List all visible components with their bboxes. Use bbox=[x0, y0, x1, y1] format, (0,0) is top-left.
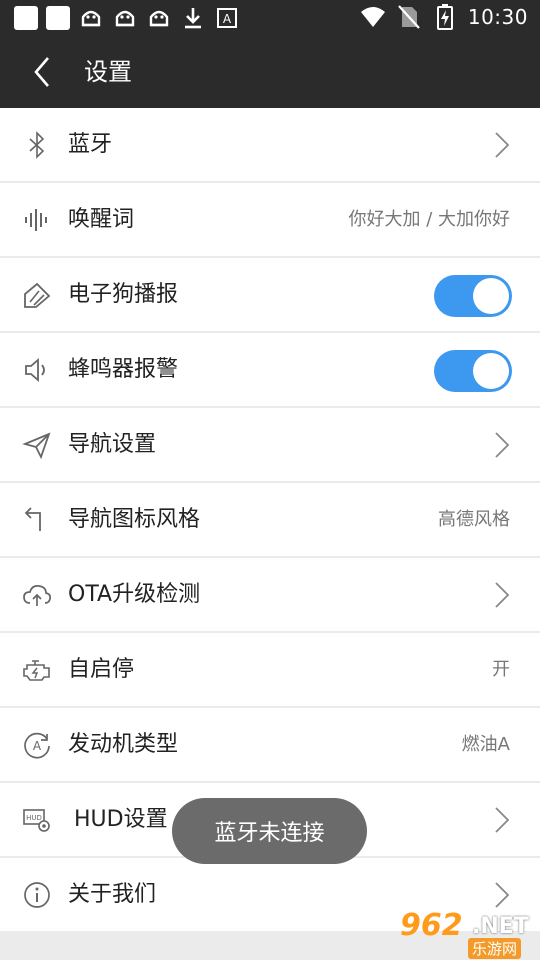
chevron-right-icon bbox=[495, 132, 510, 158]
svg-text:A: A bbox=[223, 12, 232, 26]
wifi-icon bbox=[360, 4, 386, 30]
status-left-icons: A bbox=[14, 5, 240, 31]
chevron-right-icon bbox=[495, 807, 510, 833]
setting-row-engine-type[interactable]: A 发动机类型 燃油A bbox=[0, 708, 540, 781]
setting-value: 高德风格 bbox=[438, 509, 510, 530]
setting-label: 唤醒词 bbox=[68, 207, 135, 232]
chevron-right-icon bbox=[495, 882, 510, 908]
toggle-knob bbox=[473, 278, 509, 314]
status-bar: A 10:30 bbox=[0, 0, 540, 36]
no-sim-icon bbox=[396, 4, 422, 30]
setting-row-wake-word[interactable]: 唤醒词 你好大加 / 大加你好 bbox=[0, 183, 540, 256]
hud-gear-icon: HUD bbox=[22, 805, 52, 835]
setting-row-buzzer: 蜂鸣器报警 bbox=[0, 333, 540, 406]
auto-a-icon: A bbox=[22, 730, 52, 760]
download-arrow-icon bbox=[180, 5, 206, 31]
setting-label: 导航图标风格 bbox=[68, 507, 201, 532]
setting-row-bluetooth[interactable]: 蓝牙 bbox=[0, 108, 540, 181]
keyboard-a-icon: A bbox=[214, 5, 240, 31]
chevron-right-icon bbox=[495, 582, 510, 608]
status-time: 10:30 bbox=[467, 5, 528, 29]
toggle-knob bbox=[473, 353, 509, 389]
setting-row-nav-icon-style[interactable]: 导航图标风格 高德风格 bbox=[0, 483, 540, 556]
setting-label: 蜂鸣器报警 bbox=[68, 357, 179, 382]
app-bar: 设置 bbox=[0, 36, 540, 108]
setting-value: 开 bbox=[492, 659, 510, 680]
app-square-icon bbox=[14, 6, 38, 30]
speed-camera-toggle[interactable] bbox=[434, 275, 512, 317]
watermark-net: .NET bbox=[472, 914, 529, 939]
app-square-icon bbox=[46, 6, 70, 30]
watermark-brand: 962 bbox=[400, 908, 463, 943]
speaker-icon bbox=[22, 355, 52, 385]
info-icon bbox=[22, 880, 52, 910]
setting-row-ota[interactable]: OTA升级检测 bbox=[0, 558, 540, 631]
status-right-icons: 10:30 bbox=[360, 4, 528, 30]
watermark-sub: 乐游网 bbox=[468, 938, 522, 959]
setting-label: 发动机类型 bbox=[68, 732, 179, 757]
svg-text:A: A bbox=[33, 739, 42, 753]
setting-row-nav-settings[interactable]: 导航设置 bbox=[0, 408, 540, 481]
paper-plane-icon bbox=[22, 430, 52, 460]
back-button[interactable] bbox=[26, 54, 62, 90]
android-bug-icon bbox=[78, 5, 104, 31]
buzzer-toggle[interactable] bbox=[434, 350, 512, 392]
watermark-logo: 962 .NET 乐游网 bbox=[400, 908, 534, 959]
bluetooth-icon bbox=[22, 130, 52, 160]
setting-label: HUD设置 bbox=[74, 807, 168, 832]
svg-text:HUD: HUD bbox=[26, 814, 42, 822]
setting-label: 自启停 bbox=[68, 657, 135, 682]
chevron-left-icon bbox=[34, 57, 49, 87]
android-bug-icon bbox=[146, 5, 172, 31]
toast-message: 蓝牙未连接 bbox=[172, 798, 367, 864]
turn-arrow-icon bbox=[22, 505, 52, 535]
setting-label: OTA升级检测 bbox=[68, 582, 201, 607]
setting-value: 燃油A bbox=[461, 734, 510, 755]
cloud-upload-icon bbox=[22, 580, 52, 610]
page-title: 设置 bbox=[84, 58, 132, 86]
battery-charging-icon bbox=[432, 4, 458, 30]
android-bug-icon bbox=[112, 5, 138, 31]
voice-wave-icon bbox=[22, 205, 52, 235]
setting-label: 关于我们 bbox=[68, 882, 157, 907]
setting-row-speed-camera: 电子狗播报 bbox=[0, 258, 540, 331]
chevron-right-icon bbox=[495, 432, 510, 458]
engine-icon bbox=[22, 655, 52, 685]
setting-label: 导航设置 bbox=[68, 432, 157, 457]
setting-row-auto-start-stop[interactable]: 自启停 开 bbox=[0, 633, 540, 706]
setting-label: 蓝牙 bbox=[68, 132, 113, 157]
camera-radar-icon bbox=[22, 280, 52, 310]
setting-value: 你好大加 / 大加你好 bbox=[348, 209, 510, 230]
setting-label: 电子狗播报 bbox=[68, 282, 179, 307]
